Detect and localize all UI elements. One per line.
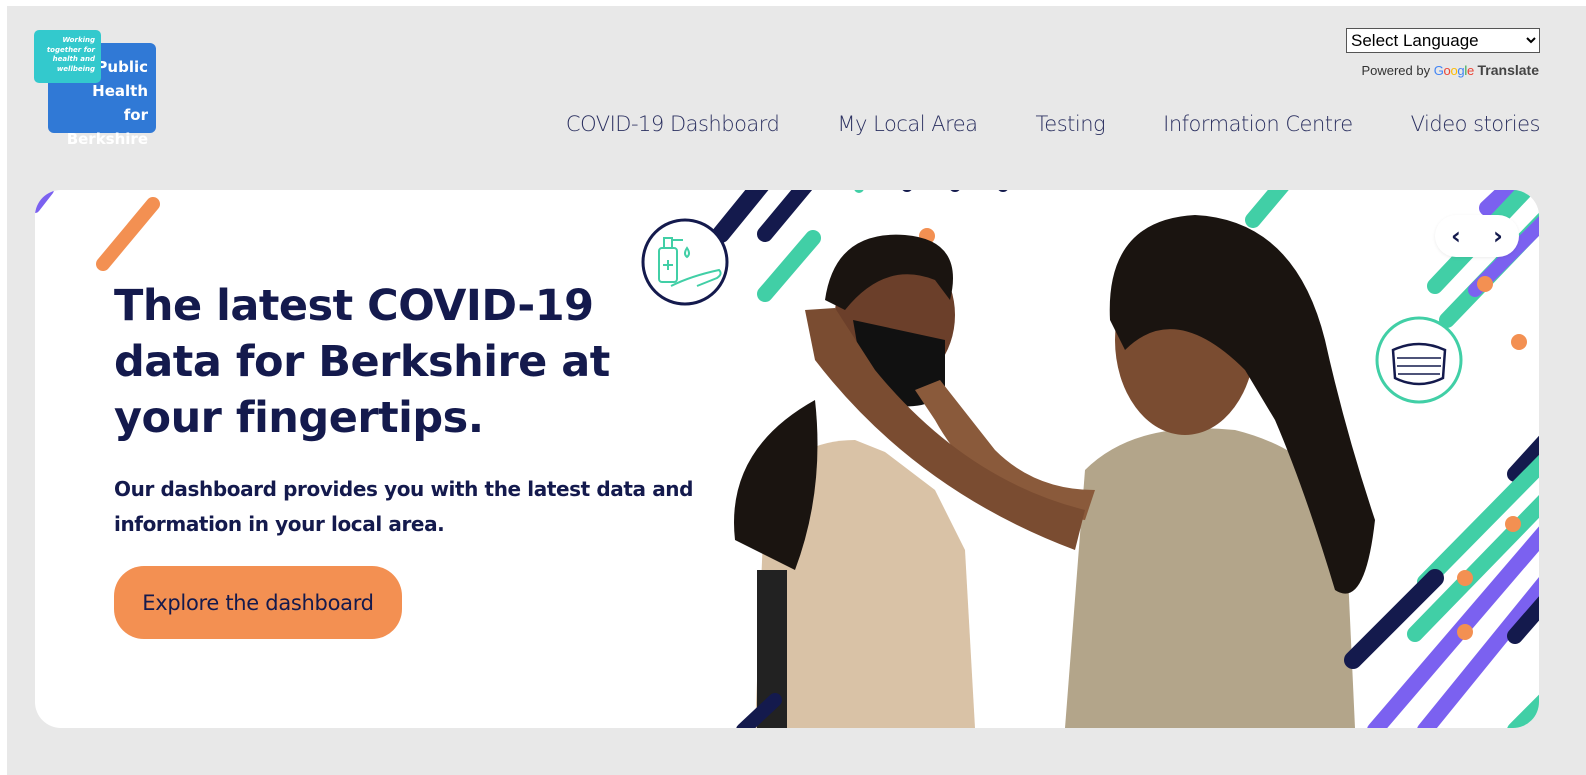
carousel-controls: ‹ › — [1435, 215, 1519, 257]
face-mask-icon — [1375, 316, 1463, 404]
main-nav: COVID-19 Dashboard My Local Area Testing… — [566, 112, 1541, 136]
nav-information-centre[interactable]: Information Centre — [1163, 112, 1353, 136]
language-select[interactable]: Select Language — [1346, 28, 1540, 53]
explore-dashboard-button[interactable]: Explore the dashboard — [114, 566, 402, 639]
logo-tagline-line-1: Working — [62, 36, 95, 44]
hero-title: The latest COVID-19 data for Berkshire a… — [114, 281, 610, 443]
logo-tagline-line-2: together for — [46, 45, 95, 54]
chevron-right-icon[interactable]: › — [1477, 215, 1519, 257]
site-logo[interactable]: Public Health for Berkshire Working toge… — [34, 30, 158, 148]
logo-teal-block: Working together for health and wellbein… — [34, 30, 101, 83]
hero-subtitle: Our dashboard provides you with the late… — [114, 477, 694, 536]
logo-tagline-line-3: health and — [52, 55, 95, 63]
nav-testing[interactable]: Testing — [1036, 112, 1106, 136]
google-translate-attribution: Powered by Google Translate — [1361, 62, 1539, 78]
nav-my-local-area[interactable]: My Local Area — [837, 112, 978, 136]
nav-video-stories[interactable]: Video stories — [1411, 112, 1541, 136]
logo-tagline: Working together for health and wellbein… — [47, 36, 95, 74]
hero-photo-people — [734, 215, 1375, 728]
logo-name-line-3: for Berkshire — [66, 106, 148, 148]
hero-illustration — [35, 190, 1539, 728]
google-logo[interactable]: Google — [1434, 63, 1474, 78]
chevron-left-icon[interactable]: ‹ — [1435, 215, 1477, 257]
powered-by-label: Powered by — [1361, 63, 1431, 78]
hero-carousel: The latest COVID-19 data for Berkshire a… — [35, 190, 1539, 728]
nav-covid-dashboard[interactable]: COVID-19 Dashboard — [566, 112, 780, 136]
logo-tagline-line-4: wellbeing — [56, 64, 95, 73]
translate-label: Translate — [1477, 62, 1539, 78]
